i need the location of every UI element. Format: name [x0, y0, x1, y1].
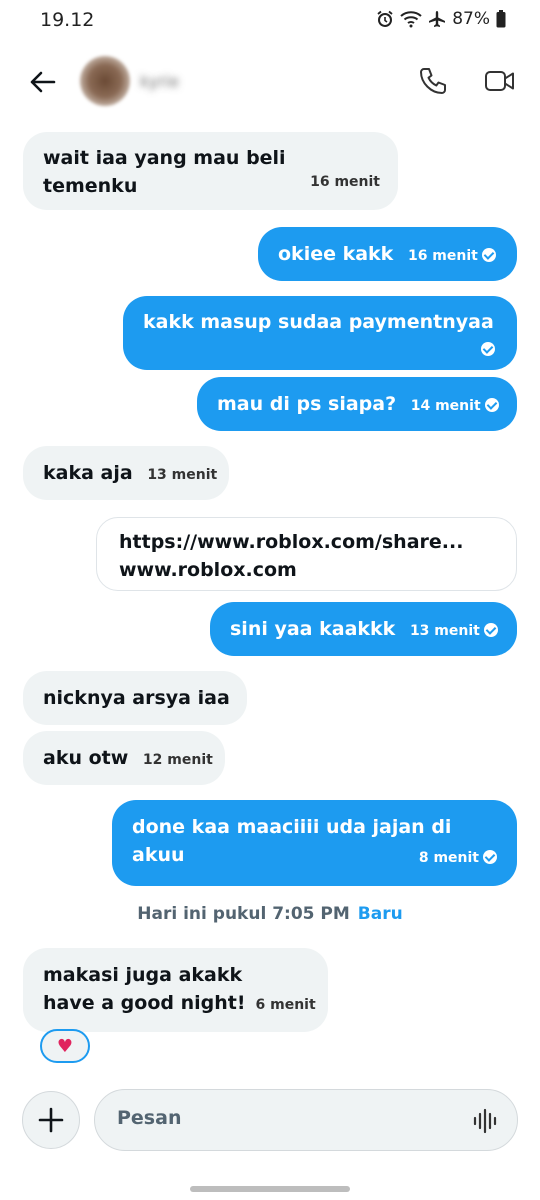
- message-bubble-outgoing[interactable]: kakk masup sudaa paymentnyaa: [123, 296, 517, 370]
- home-indicator[interactable]: [190, 1186, 350, 1192]
- add-attachment-button[interactable]: [22, 1091, 80, 1149]
- message-timestamp: 16 menit: [408, 248, 496, 264]
- status-time: 19.12: [40, 9, 95, 31]
- message-text: kaka aja: [43, 462, 133, 484]
- link-url[interactable]: https://www.roblox.com/share...: [119, 528, 494, 556]
- battery-icon: [496, 10, 506, 28]
- message-timestamp: 6 menit: [255, 997, 316, 1013]
- voice-message-icon[interactable]: [473, 1108, 497, 1134]
- message-text: makasi juga akakk: [43, 964, 243, 986]
- link-domain: www.roblox.com: [119, 559, 297, 581]
- message-text: okiee kakk: [278, 243, 394, 265]
- message-text: sini yaa kaakkk: [230, 618, 396, 640]
- message-bubble-incoming[interactable]: aku otw 12 menit: [23, 731, 225, 785]
- message-timestamp: 12 menit: [142, 752, 213, 768]
- airplane-icon: [429, 11, 446, 27]
- call-button[interactable]: [418, 66, 448, 100]
- message-bubble-incoming[interactable]: makasi juga akakk have a good night! 6 me…: [23, 948, 328, 1032]
- seen-check-icon: [481, 342, 495, 356]
- message-text: done kaa maaciiii uda jajan di akuu: [132, 816, 452, 866]
- seen-check-icon: [484, 398, 499, 412]
- seen-check-icon: [481, 248, 496, 262]
- divider-text: Hari ini pukul 7:05 PM: [137, 904, 350, 924]
- link-preview-card[interactable]: https://www.roblox.com/share... www.robl…: [96, 517, 517, 591]
- message-input[interactable]: Pesan: [94, 1089, 518, 1151]
- status-bar: 19.12 87%: [0, 0, 540, 42]
- message-text: nicknya arsya iaa: [43, 687, 230, 709]
- message-timestamp: 8 menit: [419, 844, 497, 872]
- phone-icon: [420, 68, 446, 94]
- message-bubble-outgoing[interactable]: done kaa maaciiii uda jajan di akuu 8 me…: [112, 800, 517, 886]
- message-text: aku otw: [43, 747, 129, 769]
- message-timestamp: 13 menit: [410, 623, 498, 639]
- message-bubble-outgoing[interactable]: mau di ps siapa? 14 menit: [197, 377, 517, 431]
- message-bubble-outgoing[interactable]: sini yaa kaakkk 13 menit: [210, 602, 517, 656]
- conversation-header: kyrie: [0, 42, 540, 122]
- message-bubble-incoming[interactable]: wait iaa yang mau beli temenku 16 menit: [23, 132, 398, 210]
- alarm-icon: [377, 10, 393, 27]
- new-messages-divider: Hari ini pukul 7:05 PM Baru: [0, 904, 540, 924]
- status-icons: 87%: [376, 9, 506, 29]
- video-camera-icon: [485, 71, 514, 91]
- message-text: mau di ps siapa?: [217, 393, 397, 415]
- message-bubble-outgoing[interactable]: okiee kakk 16 menit: [258, 227, 517, 281]
- avatar[interactable]: [80, 56, 130, 106]
- message-bubble-incoming[interactable]: nicknya arsya iaa: [23, 671, 247, 725]
- plus-icon: [38, 1107, 64, 1133]
- video-call-button[interactable]: [484, 68, 516, 98]
- message-bubble-incoming[interactable]: kaka aja 13 menit: [23, 446, 229, 500]
- input-placeholder: Pesan: [117, 1107, 182, 1129]
- seen-check-icon: [483, 850, 497, 864]
- contact-name[interactable]: kyrie: [140, 72, 179, 91]
- heart-reaction[interactable]: ♥: [40, 1029, 90, 1063]
- message-timestamp: 13 menit: [147, 467, 218, 483]
- arrow-left-icon: [30, 71, 56, 93]
- back-button[interactable]: [24, 64, 60, 100]
- message-composer: Pesan: [0, 1080, 540, 1160]
- message-timestamp: 14 menit: [411, 398, 499, 414]
- seen-check-icon: [483, 623, 498, 637]
- battery-percent: 87%: [452, 9, 490, 29]
- heart-icon: ♥: [56, 1035, 74, 1057]
- message-timestamp: 16 menit: [310, 174, 380, 190]
- new-badge: Baru: [357, 904, 403, 924]
- message-text: kakk masup sudaa paymentnyaa: [143, 311, 494, 333]
- message-text-line-2: have a good night!: [43, 992, 246, 1014]
- wifi-icon: [400, 11, 422, 28]
